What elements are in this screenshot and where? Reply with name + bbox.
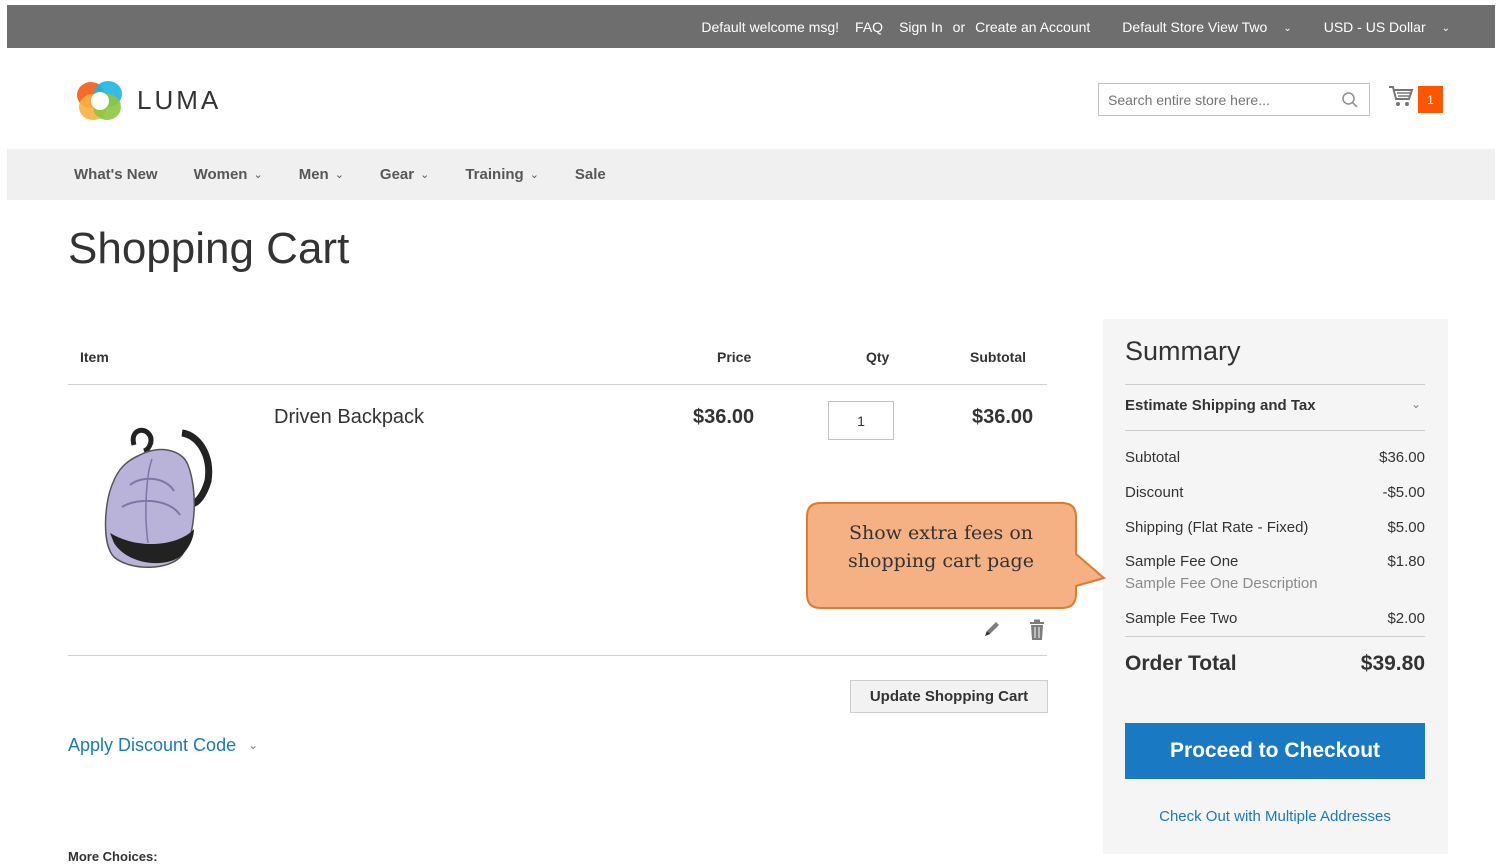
summary-divider [1125, 384, 1425, 385]
table-divider [68, 655, 1047, 656]
chevron-down-icon: ⌄ [529, 169, 539, 181]
totals-value: $1.80 [1387, 553, 1425, 570]
update-cart-button[interactable]: Update Shopping Cart [850, 680, 1048, 713]
item-price: $36.00 [693, 406, 755, 428]
nav-item-label: Men [298, 166, 329, 183]
nav-item-whats-new[interactable]: What's New [74, 166, 158, 183]
summary-title: Summary [1125, 336, 1241, 366]
quantity-input[interactable] [828, 401, 894, 440]
totals-value: $2.00 [1387, 610, 1425, 627]
totals-value: $36.00 [1379, 449, 1425, 466]
chevron-down-icon: ⌄ [1441, 22, 1450, 34]
page-title: Shopping Cart [68, 224, 350, 273]
store-view-label: Default Store View Two [1122, 18, 1268, 35]
search-icon[interactable] [1341, 91, 1359, 114]
order-summary: Summary Estimate Shipping and Tax ⌄ Subt… [1103, 319, 1448, 854]
summary-divider [1125, 430, 1425, 431]
nav-item-men[interactable]: Men ⌄ [299, 166, 344, 183]
totals-value: -$5.00 [1382, 484, 1425, 501]
order-total-row: Order Total $39.80 [1125, 652, 1425, 676]
more-choices-heading: More Choices: [68, 849, 158, 864]
table-divider [68, 384, 1047, 385]
nav-item-label: Sale [574, 166, 606, 183]
chevron-down-icon: ⌄ [248, 737, 259, 752]
totals-label: Sample Fee One [1125, 553, 1239, 570]
multiple-addresses-link[interactable]: Check Out with Multiple Addresses [1125, 808, 1425, 825]
cart-count-badge[interactable]: 1 [1418, 86, 1443, 113]
column-header-qty: Qty [866, 349, 890, 365]
totals-row-shipping: Shipping (Flat Rate - Fixed) $5.00 [1125, 519, 1425, 536]
nav-item-label: Training [465, 166, 524, 183]
nav-item-gear[interactable]: Gear ⌄ [380, 166, 429, 183]
item-subtotal: $36.00 [972, 406, 1034, 428]
edit-pencil-icon[interactable] [982, 619, 1002, 644]
totals-row-subtotal: Subtotal $36.00 [1125, 449, 1425, 466]
totals-label: Shipping (Flat Rate - Fixed) [1125, 519, 1309, 536]
proceed-to-checkout-button[interactable]: Proceed to Checkout [1125, 723, 1425, 779]
totals-label: Subtotal [1125, 449, 1181, 466]
faq-link[interactable]: FAQ [855, 19, 883, 35]
logo-text: LUMA [137, 84, 222, 115]
nav-item-label: Women [193, 166, 248, 183]
totals-row-discount: Discount -$5.00 [1125, 484, 1425, 501]
totals-label: Sample Fee Two [1125, 610, 1238, 627]
luma-logo-icon [77, 81, 122, 120]
summary-divider [1125, 636, 1425, 637]
callout-text: Show extra fees on shopping cart page [806, 519, 1076, 575]
nav-item-sale[interactable]: Sale [575, 166, 606, 183]
or-text: or [952, 18, 966, 35]
product-image[interactable] [100, 425, 215, 578]
trash-icon[interactable] [1027, 619, 1047, 646]
totals-label: Discount [1125, 484, 1184, 501]
estimate-shipping-toggle[interactable]: Estimate Shipping and Tax [1125, 397, 1316, 414]
currency-switcher[interactable]: USD - US Dollar ⌄ [1308, 19, 1450, 35]
totals-row-sample-fee-one: Sample Fee One $1.80 [1125, 553, 1425, 570]
callout-line: shopping cart page [848, 550, 1034, 572]
welcome-message: Default welcome msg! [701, 18, 840, 35]
top-links: Default welcome msg! FAQ Sign In or Crea… [685, 5, 1450, 48]
chevron-down-icon: ⌄ [334, 169, 344, 181]
order-total-label: Order Total [1125, 652, 1237, 675]
fee-description: Sample Fee One Description [1125, 575, 1318, 592]
callout-line: Show extra fees on [848, 522, 1034, 544]
store-view-switcher[interactable]: Default Store View Two ⌄ [1106, 19, 1291, 35]
chevron-down-icon: ⌄ [420, 169, 430, 181]
order-total-value: $39.80 [1360, 652, 1425, 675]
search-box [1098, 83, 1370, 116]
create-account-link[interactable]: Create an Account [975, 19, 1090, 35]
cart-icon[interactable] [1388, 84, 1414, 113]
column-header-item: Item [80, 349, 109, 365]
apply-discount-toggle[interactable]: Apply Discount Code ⌄ [68, 735, 258, 756]
apply-discount-label: Apply Discount Code [68, 735, 237, 755]
column-header-price: Price [717, 349, 752, 365]
main-navigation: What's New Women ⌄ Men ⌄ Gear ⌄ Training ⌄ S… [7, 149, 1495, 200]
search-input[interactable] [1099, 84, 1347, 115]
column-header-subtotal: Subtotal [970, 349, 1026, 365]
nav-item-label: Gear [379, 166, 415, 183]
top-bar: Default welcome msg! FAQ Sign In or Crea… [7, 5, 1495, 48]
product-name-link[interactable]: Driven Backpack [274, 406, 424, 429]
nav-item-training[interactable]: Training ⌄ [465, 166, 539, 183]
chevron-down-icon: ⌄ [253, 169, 263, 181]
sign-in-link[interactable]: Sign In [899, 19, 943, 35]
totals-row-sample-fee-two: Sample Fee Two $2.00 [1125, 610, 1425, 627]
chevron-down-icon: ⌄ [1283, 22, 1292, 34]
nav-item-women[interactable]: Women ⌄ [194, 166, 263, 183]
chevron-down-icon[interactable]: ⌄ [1411, 397, 1421, 411]
nav-item-label: What's New [74, 166, 158, 183]
currency-label: USD - US Dollar [1323, 18, 1426, 35]
logo[interactable]: LUMA [75, 77, 221, 123]
totals-value: $5.00 [1387, 519, 1425, 536]
